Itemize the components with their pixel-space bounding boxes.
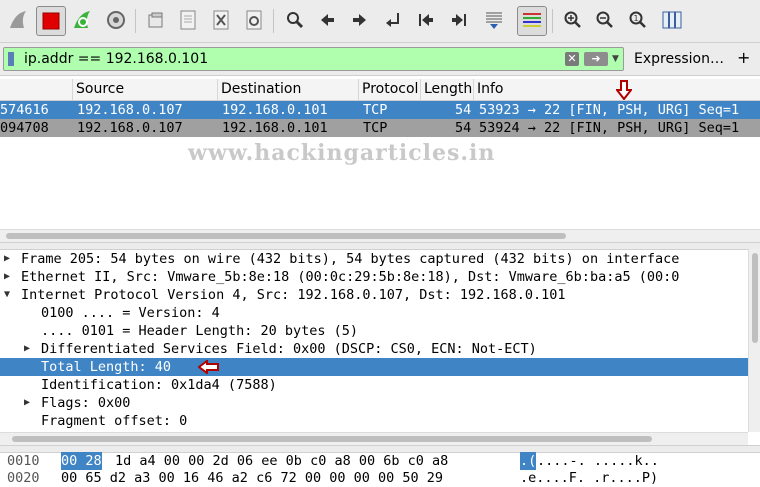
colorize-icon[interactable] [517,6,547,36]
collapse-icon[interactable]: ▼ [4,286,10,304]
details-row-ethernet[interactable]: ▶ Ethernet II, Src: Vmware_5b:8e:18 (00:… [0,268,748,286]
packet-time: 094708 [0,120,49,136]
bytes-hex-selected[interactable]: 00 28 [61,452,102,470]
expand-icon[interactable]: ▶ [4,250,10,268]
bytes-ascii-selected[interactable]: .( [520,452,537,470]
svg-text:1: 1 [634,14,639,23]
find-packet-icon[interactable] [282,7,308,33]
packet-info: 53924 → 22 [FIN, PSH, URG] Seq=1 [479,120,740,136]
details-row-text: Ethernet II, Src: Vmware_5b:8e:18 (00:0c… [21,269,680,285]
bytes-ascii[interactable]: ....-. .....k.. [537,452,659,470]
watermark-text: www.hackingarticles.in [188,140,496,166]
go-back-icon[interactable] [314,7,340,33]
column-header-source[interactable]: Source [76,81,124,97]
bytes-hex[interactable]: 00 65 d2 a3 00 16 46 a2 c6 72 00 00 00 0… [61,469,443,487]
details-row-ipv4[interactable]: ▼ Internet Protocol Version 4, Src: 192.… [0,286,748,304]
bytes-row[interactable]: 0010 00 28 1d a4 00 00 2d 06 ee 0b c0 a8… [0,452,760,470]
packet-destination: 192.168.0.101 [222,102,328,118]
apply-filter-icon[interactable]: ➜ [584,52,608,66]
zoom-in-icon[interactable] [560,7,586,33]
packet-protocol: TCP [363,102,388,118]
go-last-packet-icon[interactable] [446,7,472,33]
column-header-protocol[interactable]: Protocol [362,81,418,97]
annotation-arrow-left-icon [198,360,219,374]
packet-time: 574616 [0,102,49,118]
details-row-header-length[interactable]: .... 0101 = Header Length: 20 bytes (5) [0,322,748,340]
packet-length: 54 [455,102,472,118]
go-forward-icon[interactable] [347,7,373,33]
column-header-destination[interactable]: Destination [221,81,301,97]
restart-capture-icon[interactable] [70,7,96,33]
expand-icon[interactable]: ▶ [4,268,10,286]
details-row-fragment-offset[interactable]: Fragment offset: 0 [0,412,748,430]
packet-row[interactable]: 574616 192.168.0.107 192.168.0.101 TCP 5… [0,101,760,119]
packet-source: 192.168.0.107 [77,102,183,118]
main-toolbar: 1 [0,0,760,43]
packet-source: 192.168.0.107 [77,120,183,136]
packet-row[interactable]: 094708 192.168.0.107 192.168.0.101 TCP 5… [0,119,760,137]
details-row-text: Fragment offset: 0 [41,413,188,429]
details-row-version[interactable]: 0100 .... = Version: 4 [0,304,748,322]
column-header-length[interactable]: Length [424,81,472,97]
resize-columns-icon[interactable] [659,7,685,33]
packet-list-horizontal-scrollbar[interactable] [0,229,760,242]
add-filter-button[interactable]: + [737,48,750,67]
bytes-offset: 0020 [7,470,40,486]
filter-bookmark-icon[interactable] [8,52,14,66]
scrollbar-thumb[interactable] [6,233,566,239]
expand-icon[interactable]: ▶ [24,394,30,412]
close-file-icon[interactable] [208,7,234,33]
open-file-icon[interactable] [143,7,169,33]
scrollbar-thumb[interactable] [12,436,652,442]
details-row-text: Frame 205: 54 bytes on wire (432 bits), … [21,251,680,267]
details-row-text: Flags: 0x00 [41,395,131,411]
details-row-text: Total Length: 40 [41,359,172,375]
packet-info: 53923 → 22 [FIN, PSH, URG] Seq=1 [479,102,740,118]
expand-icon[interactable]: ▶ [24,340,30,358]
pane-splitter[interactable] [0,242,760,250]
go-to-packet-icon[interactable] [380,7,406,33]
details-row-text: 0100 .... = Version: 4 [41,305,220,321]
details-row-text: Internet Protocol Version 4, Src: 192.16… [21,287,566,303]
save-file-icon[interactable] [175,7,201,33]
column-header-info[interactable]: Info [477,81,504,97]
details-row-identification[interactable]: Identification: 0x1da4 (7588) [0,376,748,394]
reload-file-icon[interactable] [241,7,267,33]
stop-capture-icon[interactable] [36,6,66,36]
packet-protocol: TCP [363,120,388,136]
packet-length: 54 [455,120,472,136]
packet-destination: 192.168.0.101 [222,120,328,136]
go-first-packet-icon[interactable] [413,7,439,33]
annotation-arrow-down-icon [616,80,632,100]
autoscroll-icon[interactable] [481,7,507,33]
details-horizontal-scrollbar[interactable] [0,432,748,445]
packet-list-header: Source Destination Protocol Length Info [0,79,760,101]
expression-button[interactable]: Expression… [634,51,724,67]
display-filter-input[interactable] [24,50,544,68]
start-capture-icon[interactable] [6,7,32,33]
details-row-total-length[interactable]: Total Length: 40 [0,358,748,376]
bytes-row[interactable]: 0020 00 65 d2 a3 00 16 46 a2 c6 72 00 00… [0,469,760,487]
details-row-frame[interactable]: ▶ Frame 205: 54 bytes on wire (432 bits)… [0,250,748,268]
zoom-normal-icon[interactable]: 1 [625,7,651,33]
details-row-text: Identification: 0x1da4 (7588) [41,377,277,393]
bytes-hex[interactable]: 1d a4 00 00 2d 06 ee 0b c0 a8 00 6b c0 a… [115,452,448,470]
details-row-flags[interactable]: ▶ Flags: 0x00 [0,394,748,412]
capture-options-icon[interactable] [103,7,129,33]
display-filter-field: ✕ ➜ ▼ [3,47,624,71]
bytes-offset: 0010 [7,453,40,469]
scrollbar-thumb[interactable] [752,253,758,343]
zoom-out-icon[interactable] [592,7,618,33]
details-row-dsfield[interactable]: ▶ Differentiated Services Field: 0x00 (D… [0,340,748,358]
details-row-text: Differentiated Services Field: 0x00 (DSC… [41,341,537,357]
details-vertical-scrollbar[interactable] [748,249,760,432]
clear-filter-icon[interactable]: ✕ [565,52,579,66]
filter-history-dropdown-icon[interactable]: ▼ [612,51,622,67]
bytes-ascii[interactable]: .e....F. .r....P) [520,469,658,487]
details-row-text: .... 0101 = Header Length: 20 bytes (5) [41,323,358,339]
display-filter-bar: ✕ ➜ ▼ Expression… + [0,43,760,76]
